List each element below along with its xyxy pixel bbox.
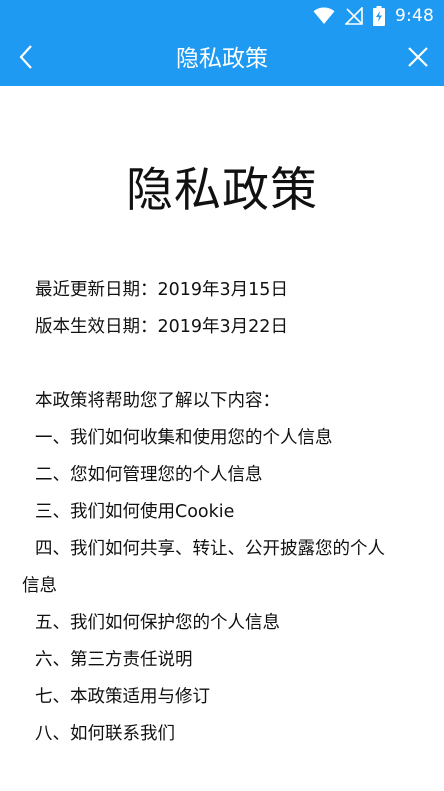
status-time: 9:48 [395, 6, 434, 26]
battery-charging-icon [373, 6, 386, 26]
last-updated-date: 最近更新日期：2019年3月15日 [35, 280, 288, 300]
back-button[interactable] [6, 39, 46, 79]
close-button[interactable] [398, 39, 438, 79]
app-bar-title: 隐私政策 [176, 46, 268, 72]
document-title: 隐私政策 [126, 163, 318, 218]
toc-item: 六、第三方责任说明 [35, 650, 193, 670]
app-bar: 隐私政策 [0, 32, 444, 86]
toc-item: 八、如何联系我们 [35, 724, 175, 744]
toc-item: 二、您如何管理您的个人信息 [35, 465, 263, 485]
toc-item: 四、我们如何共享、转让、公开披露您的个人 [35, 539, 385, 559]
document-content: 隐私政策 最近更新日期：2019年3月15日 版本生效日期：2019年3月22日… [0, 86, 444, 791]
status-icons: 9:48 [313, 3, 434, 29]
toc-item: 五、我们如何保护您的个人信息 [35, 613, 280, 633]
effective-date: 版本生效日期：2019年3月22日 [35, 317, 288, 337]
toc-item: 一、我们如何收集和使用您的个人信息 [35, 428, 333, 448]
privacy-policy-screen: 9:48 隐私政策 隐私政策 最近更新日期：2019年3月15日 版本生效日期：… [0, 0, 444, 791]
toc-item: 三、我们如何使用Cookie [35, 502, 235, 522]
chevron-left-icon [18, 44, 34, 74]
intro-text: 本政策将帮助您了解以下内容： [35, 391, 280, 411]
close-icon [407, 46, 429, 72]
no-signal-icon [345, 7, 363, 25]
status-bar: 9:48 [0, 0, 444, 32]
toc-item: 七、本政策适用与修订 [35, 687, 210, 707]
toc-item-continuation: 信息 [22, 576, 57, 596]
header: 9:48 隐私政策 [0, 0, 444, 86]
wifi-icon [313, 7, 335, 25]
